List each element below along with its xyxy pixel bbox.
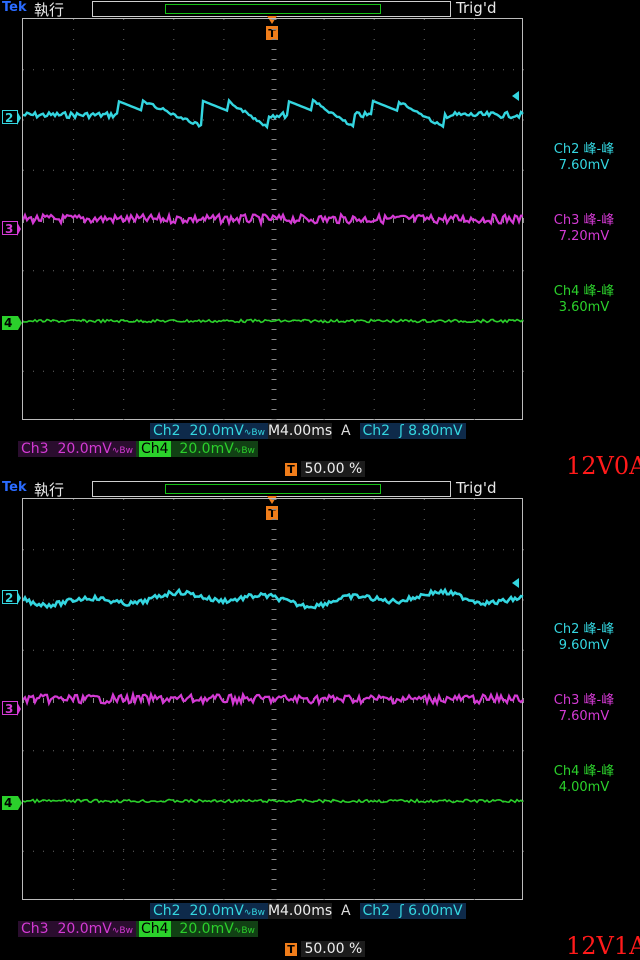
record-length-bar[interactable] — [92, 1, 451, 17]
trigger-state: Trig'd — [456, 0, 497, 17]
trigger-slope-icon: ʃ — [398, 423, 404, 439]
trigger-position-readout[interactable]: T 50.00 % — [285, 461, 366, 477]
trigger-position-readout[interactable]: T 50.00 % — [285, 941, 366, 957]
timebase-readout[interactable]: M4.00ms — [267, 903, 333, 919]
measurement-ch3: Ch3 峰-峰 7.60mV — [530, 693, 638, 725]
measurement-ch3: Ch3 峰-峰 7.20mV — [530, 213, 638, 245]
ch2-ground-marker[interactable]: 2 — [2, 110, 21, 125]
waveform-svg — [23, 19, 524, 420]
status-bar: Tek 執行 Trig'd — [0, 479, 640, 500]
brand-logo: Tek — [2, 480, 27, 495]
measurement-value: 9.60mV — [558, 638, 610, 653]
trigger-source-readout[interactable]: Ch2 ʃ 6.00mV — [359, 903, 466, 919]
ch2-scale-readout[interactable]: Ch2 20.0mV∿Bw — [150, 903, 268, 919]
measurement-value: 7.60mV — [558, 158, 610, 173]
trigger-icon: T — [285, 462, 297, 476]
waveform-svg — [23, 499, 524, 900]
measurement-ch2: Ch2 峰-峰 9.60mV — [530, 622, 638, 654]
ch3-ground-marker[interactable]: 3 — [2, 701, 21, 716]
status-bar: Tek 執行 Trig'd — [0, 0, 640, 20]
vertical-readout: Ch3 20.0mV∿Bw Ch4 20.0mV∿Bw — [18, 921, 258, 937]
record-view-window[interactable] — [165, 484, 381, 494]
horizontal-trigger-readout: Ch2 20.0mV∿Bw M4.00ms A Ch2 ʃ 8.80mV — [150, 423, 466, 439]
measurement-ch4: Ch4 峰-峰 4.00mV — [530, 764, 638, 796]
measurement-ch2: Ch2 峰-峰 7.60mV — [530, 142, 638, 174]
measurement-name: Ch3 峰-峰 — [553, 213, 615, 228]
record-length-bar[interactable] — [92, 481, 451, 497]
measurement-value: 3.60mV — [558, 300, 610, 315]
trigger-level-marker[interactable] — [512, 578, 519, 588]
scope-panel-12v0a: Tek 執行 Trig'd T 2 3 4 Ch2 峰-峰 7.60mV Ch3… — [0, 0, 640, 480]
trigger-mode: A — [341, 903, 351, 919]
ch2-waveform — [23, 97, 524, 130]
ch3-ground-marker[interactable]: 3 — [2, 221, 21, 236]
brand-logo: Tek — [2, 0, 27, 15]
measurement-name: Ch4 峰-峰 — [553, 284, 615, 299]
ch2-ground-marker[interactable]: 2 — [2, 590, 21, 605]
measurement-value: 4.00mV — [558, 780, 610, 795]
trigger-state: Trig'd — [456, 479, 497, 497]
trigger-level-marker[interactable] — [512, 91, 519, 101]
measurement-name: Ch3 峰-峰 — [553, 693, 615, 708]
ch4-scale-readout[interactable]: Ch4 20.0mV∿Bw — [135, 921, 258, 937]
measurement-value: 7.20mV — [558, 229, 610, 244]
waveform-display[interactable] — [22, 498, 524, 900]
trigger-slope-icon: ʃ — [398, 903, 404, 919]
measurement-name: Ch2 峰-峰 — [553, 142, 615, 157]
ch4-ground-marker[interactable]: 4 — [2, 796, 22, 810]
trigger-icon: T — [285, 942, 297, 956]
measurement-name: Ch2 峰-峰 — [553, 622, 615, 637]
scope-panel-12v1a: Tek 執行 Trig'd T 2 3 4 Ch2 峰-峰 9.60mV Ch3… — [0, 479, 640, 960]
ch3-scale-readout[interactable]: Ch3 20.0mV∿Bw — [18, 441, 136, 457]
waveform-display[interactable] — [22, 18, 524, 420]
load-label: 12V1A — [566, 932, 640, 960]
record-view-window[interactable] — [165, 4, 381, 14]
measurement-ch4: Ch4 峰-峰 3.60mV — [530, 284, 638, 316]
trigger-source-readout[interactable]: Ch2 ʃ 8.80mV — [359, 423, 466, 439]
measurement-name: Ch4 峰-峰 — [553, 764, 615, 779]
ch4-scale-readout[interactable]: Ch4 20.0mV∿Bw — [135, 441, 258, 457]
ch3-scale-readout[interactable]: Ch3 20.0mV∿Bw — [18, 921, 136, 937]
measurement-value: 7.60mV — [558, 709, 610, 724]
ch2-scale-readout[interactable]: Ch2 20.0mV∿Bw — [150, 423, 268, 439]
horizontal-trigger-readout: Ch2 20.0mV∿Bw M4.00ms A Ch2 ʃ 6.00mV — [150, 903, 466, 919]
ch4-ground-marker[interactable]: 4 — [2, 316, 22, 330]
timebase-readout[interactable]: M4.00ms — [267, 423, 333, 439]
trigger-mode: A — [341, 423, 351, 439]
vertical-readout: Ch3 20.0mV∿Bw Ch4 20.0mV∿Bw — [18, 441, 258, 457]
run-state[interactable]: 執行 — [34, 0, 64, 20]
load-label: 12V0A — [566, 452, 640, 480]
run-state[interactable]: 執行 — [34, 479, 64, 500]
